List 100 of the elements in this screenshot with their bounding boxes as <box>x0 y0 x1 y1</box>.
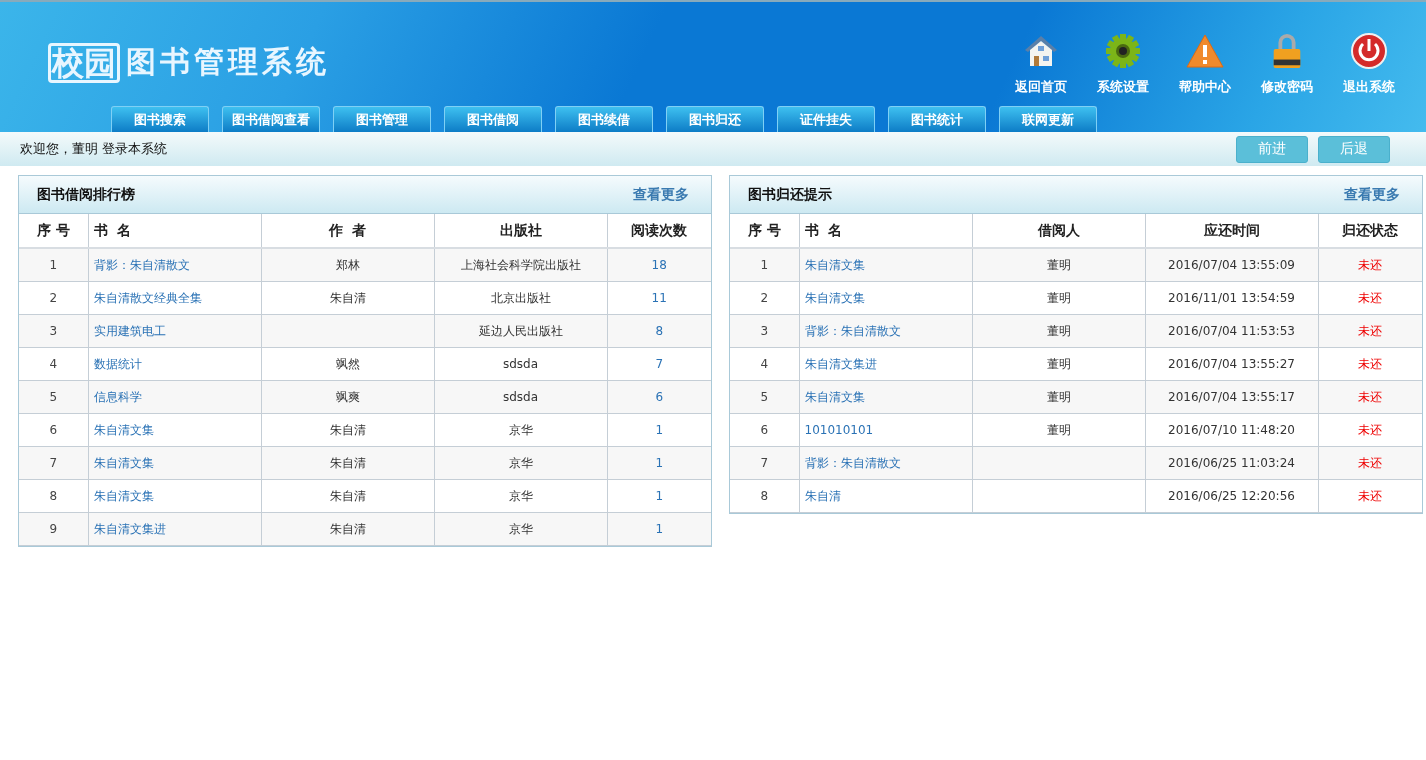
column-header: 序 号 <box>730 214 799 248</box>
logo-title: 图书管理系统 <box>126 43 330 81</box>
row-number: 7 <box>49 456 58 470</box>
row-number: 5 <box>760 390 769 404</box>
book-title-link[interactable]: 朱自清文集 <box>93 488 154 503</box>
author-cell: 飒爽 <box>335 389 360 404</box>
nav-tab[interactable]: 图书借阅 <box>444 106 542 132</box>
row-number: 8 <box>49 489 58 503</box>
read-count: 11 <box>651 291 667 305</box>
return-status: 未还 <box>1358 455 1383 470</box>
book-title-link[interactable]: 朱自清文集进 <box>804 356 877 371</box>
read-count: 6 <box>655 390 664 404</box>
publisher-cell: 京华 <box>508 455 533 470</box>
book-title-link[interactable]: 朱自清文集 <box>93 422 154 437</box>
book-title-link[interactable]: 朱自清文集 <box>804 389 865 404</box>
settings-icon[interactable] <box>1104 32 1142 70</box>
borrower-cell: 董明 <box>1046 389 1071 404</box>
shortcut-link[interactable]: 修改密码 <box>1261 78 1313 96</box>
column-header: 书 名 <box>88 214 261 248</box>
borrower-cell: 董明 <box>1046 323 1071 338</box>
logo-badge: 校园 <box>48 42 120 83</box>
row-number: 9 <box>49 522 58 536</box>
return-status: 未还 <box>1358 257 1383 272</box>
shortcut-link[interactable]: 系统设置 <box>1097 78 1149 96</box>
due-time: 2016/06/25 11:03:24 <box>1168 456 1295 470</box>
borrower-cell: 董明 <box>1046 257 1071 272</box>
row-number: 4 <box>760 357 769 371</box>
book-title-link[interactable]: 数据统计 <box>93 356 142 371</box>
row-number: 1 <box>760 258 769 272</box>
return-status: 未还 <box>1358 488 1383 503</box>
row-number: 2 <box>760 291 769 305</box>
read-count: 18 <box>651 258 667 272</box>
due-time: 2016/11/01 13:54:59 <box>1168 291 1295 305</box>
shortcut-link[interactable]: 退出系统 <box>1343 78 1395 96</box>
due-time: 2016/07/04 13:55:17 <box>1168 390 1295 404</box>
nav-tab[interactable]: 联网更新 <box>999 106 1097 132</box>
return-status: 未还 <box>1358 356 1383 371</box>
more-link[interactable]: 查看更多 <box>633 185 689 204</box>
row-number: 3 <box>49 324 58 338</box>
column-header: 阅读次数 <box>607 214 711 248</box>
row-number: 8 <box>760 489 769 503</box>
nav-tab[interactable]: 图书续借 <box>555 106 653 132</box>
book-title-link[interactable]: 朱自清文集 <box>804 290 865 305</box>
panel-title: 图书借阅排行榜 <box>37 185 135 204</box>
padlock-icon[interactable] <box>1271 32 1303 70</box>
book-title-link[interactable]: 朱自清文集 <box>804 257 865 272</box>
nav-tab[interactable]: 图书管理 <box>333 106 431 132</box>
book-title-link[interactable]: 信息科学 <box>93 389 142 404</box>
row-number: 2 <box>49 291 58 305</box>
column-header: 序 号 <box>19 214 88 248</box>
shortcut-link[interactable]: 返回首页 <box>1015 78 1067 96</box>
column-header: 借阅人 <box>972 214 1145 248</box>
nav-tab[interactable]: 图书借阅查看 <box>222 106 320 132</box>
row-number: 5 <box>49 390 58 404</box>
publisher-cell: 京华 <box>508 488 533 503</box>
row-number: 1 <box>49 258 58 272</box>
due-time: 2016/07/04 11:53:53 <box>1168 324 1295 338</box>
power-icon[interactable] <box>1350 32 1388 70</box>
borrower-cell: 董明 <box>1046 356 1071 371</box>
column-header: 书 名 <box>799 214 972 248</box>
due-time: 2016/06/25 12:20:56 <box>1168 489 1295 503</box>
read-count: 1 <box>655 423 664 437</box>
book-title-link[interactable]: 朱自清 <box>804 488 841 503</box>
row-number: 3 <box>760 324 769 338</box>
publisher-cell: 京华 <box>508 521 533 536</box>
book-title-link[interactable]: 朱自清文集 <box>93 455 154 470</box>
read-count: 8 <box>655 324 664 338</box>
book-title-link[interactable]: 实用建筑电工 <box>93 323 166 338</box>
book-title-link[interactable]: 101010101 <box>804 423 874 437</box>
more-link[interactable]: 查看更多 <box>1344 185 1400 204</box>
book-title-link[interactable]: 朱自清文集进 <box>93 521 166 536</box>
shortcut-link[interactable]: 帮助中心 <box>1179 78 1231 96</box>
warning-icon[interactable] <box>1185 32 1225 70</box>
author-cell: 朱自清 <box>329 422 366 437</box>
row-number: 4 <box>49 357 58 371</box>
column-header: 归还状态 <box>1318 214 1422 248</box>
read-count: 1 <box>655 489 664 503</box>
nav-tab[interactable]: 证件挂失 <box>777 106 875 132</box>
author-cell: 朱自清 <box>329 290 366 305</box>
publisher-cell: sdsda <box>502 357 539 371</box>
column-header: 出版社 <box>434 214 607 248</box>
author-cell: 朱自清 <box>329 455 366 470</box>
due-time: 2016/07/04 13:55:09 <box>1168 258 1295 272</box>
read-count: 1 <box>655 522 664 536</box>
nav-tab[interactable]: 图书归还 <box>666 106 764 132</box>
borrower-cell: 董明 <box>1046 290 1071 305</box>
nav-tab[interactable]: 图书统计 <box>888 106 986 132</box>
column-header: 作 者 <box>261 214 434 248</box>
due-time: 2016/07/10 11:48:20 <box>1168 423 1295 437</box>
author-cell: 郑林 <box>335 257 360 272</box>
author-cell: 飒然 <box>335 356 360 371</box>
publisher-cell: sdsda <box>502 390 539 404</box>
return-status: 未还 <box>1358 422 1383 437</box>
publisher-cell: 上海社会科学院出版社 <box>460 257 581 272</box>
due-time: 2016/07/04 13:55:27 <box>1168 357 1295 371</box>
row-number: 7 <box>760 456 769 470</box>
book-title-link[interactable]: 朱自清散文经典全集 <box>93 290 202 305</box>
publisher-cell: 京华 <box>508 422 533 437</box>
nav-tab[interactable]: 图书搜索 <box>111 106 209 132</box>
column-header: 应还时间 <box>1145 214 1318 248</box>
